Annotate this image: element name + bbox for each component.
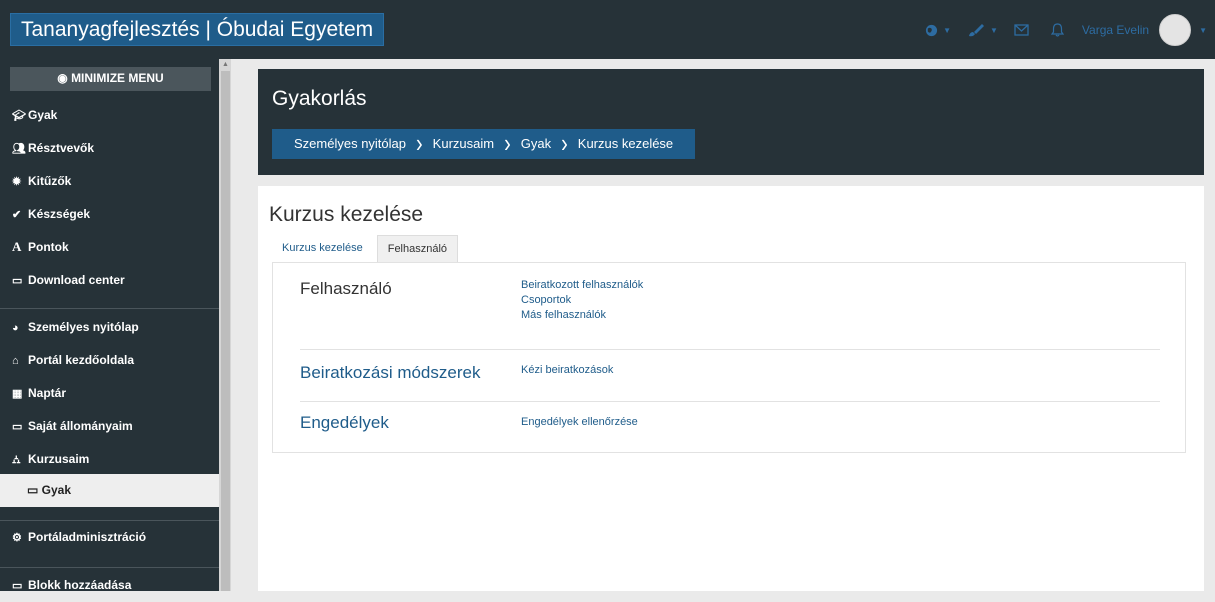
sidebar: ◉ MINIMIZE MENU 🎓︎ Gyak 👥︎ Résztvevők ✹ Kit… <box>0 59 231 592</box>
users-icon: 👥︎ <box>12 143 26 155</box>
sidebar-item-portaladminisztracio[interactable]: ⚙ Portáladminisztráció <box>0 521 219 553</box>
row-divider <box>300 349 1160 350</box>
row-title-beiratkozasi-modszerek[interactable]: Beiratkozási módszerek <box>300 363 480 383</box>
breadcrumb-item[interactable]: Kurzusaim <box>423 129 504 159</box>
minimize-menu-button[interactable]: ◉ MINIMIZE MENU <box>10 67 211 91</box>
sidebar-divider <box>0 567 219 568</box>
sidebar-menu: ◉ MINIMIZE MENU 🎓︎ Gyak 👥︎ Résztvevők ✹ Kit… <box>0 59 219 592</box>
chevron-right-icon: › <box>504 129 511 159</box>
sidebar-item-kurzusaim[interactable]: ⛼ Kurzusaim <box>0 443 219 475</box>
folder-icon: ▭ <box>12 275 23 287</box>
main-content: Gyakorlás Személyes nyitólap › Kurzusaim… <box>231 59 1215 591</box>
scroll-up-icon[interactable]: ▲ <box>221 61 230 69</box>
envelope-icon <box>1014 24 1029 36</box>
calendar-icon: ▦ <box>12 388 23 400</box>
link-beiratkozott-felhasznalok[interactable]: Beiratkozott felhasználók <box>521 278 643 293</box>
tab-felhasznalo[interactable]: Felhasználó <box>376 235 459 262</box>
row-divider <box>300 401 1160 402</box>
link-kezi-beiratkozasok[interactable]: Kézi beiratkozások <box>521 363 613 378</box>
sidebar-item-gyak-course[interactable]: ▭ Gyak <box>0 474 219 507</box>
graduation-cap-icon: 🎓︎ <box>12 110 26 122</box>
sidebar-item-gyak[interactable]: 🎓︎ Gyak <box>0 99 219 131</box>
home-icon: ⌂ <box>12 355 19 367</box>
content-card: Kurzus kezelése Kurzus kezelése Felhaszn… <box>258 186 1204 591</box>
chevron-down-icon[interactable]: ▼ <box>1199 26 1207 35</box>
sidebar-item-blokk-hozzaadasa[interactable]: ▭ Blokk hozzáadása <box>0 569 219 601</box>
row-links-engedelyek: Engedélyek ellenőrzése <box>521 415 638 430</box>
brush-icon <box>969 24 984 37</box>
sidebar-item-label: Készségek <box>28 207 91 221</box>
row-links-beiratkozasi: Kézi beiratkozások <box>521 363 613 378</box>
folder-icon: ▭ <box>27 483 42 497</box>
breadcrumb: Személyes nyitólap › Kurzusaim › Gyak › … <box>272 129 696 159</box>
section-title: Kurzus kezelése <box>269 203 424 226</box>
theme-menu[interactable]: ▼ <box>967 23 998 37</box>
link-csoportok[interactable]: Csoportok <box>521 293 643 308</box>
sidebar-item-label: Saját állományaim <box>28 419 133 433</box>
sidebar-item-label: Download center <box>28 273 125 287</box>
sidebar-item-naptar[interactable]: ▦ Naptár <box>0 377 219 409</box>
sidebar-item-keszsegek[interactable]: ✔ Készségek <box>0 198 219 230</box>
row-title-engedelyek[interactable]: Engedélyek <box>300 413 389 433</box>
sidebar-item-portal-kezdooldala[interactable]: ⌂ Portál kezdőoldala <box>0 344 219 376</box>
sidebar-item-pontok[interactable]: A Pontok <box>0 231 219 263</box>
site-brand[interactable]: Tananyagfejlesztés | Óbudai Egyetem <box>10 13 385 46</box>
sidebar-item-label: Portáladminisztráció <box>28 530 147 544</box>
bell-icon <box>1050 23 1064 37</box>
sidebar-item-label: Kurzusaim <box>28 452 90 466</box>
sidebar-item-sajat-allomanyaim[interactable]: ▭ Saját állományaim <box>0 410 219 442</box>
sidebar-item-label: Kitűzők <box>28 174 72 188</box>
arrow-circle-icon: ◉ <box>57 71 72 85</box>
sidebar-item-download-center[interactable]: ▭ Download center <box>0 264 219 296</box>
sidebar-item-label: Naptár <box>28 386 67 400</box>
sidebar-item-label: Portál kezdőoldala <box>28 353 135 367</box>
tab-kurzus-kezelese[interactable]: Kurzus kezelése <box>272 235 373 262</box>
sidebar-item-resztvevok[interactable]: 👥︎ Résztvevők <box>0 132 219 164</box>
scrollbar-thumb[interactable] <box>221 71 230 591</box>
page-header: Gyakorlás Személyes nyitólap › Kurzusaim… <box>258 69 1204 175</box>
sidebar-item-kituzok[interactable]: ✹ Kitűzők <box>0 165 219 197</box>
link-engedelyek-ellenorzese[interactable]: Engedélyek ellenőrzése <box>521 415 638 430</box>
chevron-right-icon: › <box>416 129 423 159</box>
settings-panel: Felhasználó Beiratkozott felhasználók Cs… <box>272 262 1186 453</box>
sidebar-item-label: Gyak <box>28 108 58 122</box>
sidebar-item-label: Gyak <box>41 483 72 497</box>
badge-icon: ✹ <box>12 176 22 188</box>
messages-button[interactable] <box>1014 24 1029 36</box>
row-title-felhasznalo: Felhasználó <box>300 279 392 298</box>
avatar[interactable] <box>1159 14 1192 46</box>
tab-bar: Kurzus kezelése Felhasználó <box>272 235 459 262</box>
sidebar-item-szemelyes-nyitolap[interactable]: ◕ Személyes nyitólap <box>0 311 219 343</box>
chevron-down-icon: ▼ <box>943 25 951 35</box>
notifications-button[interactable] <box>1050 23 1064 37</box>
sidebar-item-label: Blokk hozzáadása <box>28 578 132 592</box>
folder-icon: ▭ <box>12 421 23 433</box>
grades-icon: A <box>12 239 22 254</box>
check-circle-icon: ✔ <box>12 209 22 221</box>
sidebar-item-label: Résztvevők <box>28 141 95 155</box>
page-title: Gyakorlás <box>272 87 367 110</box>
sitemap-icon: ⛼ <box>12 454 21 466</box>
dashboard-icon: ◕ <box>12 322 19 334</box>
folder-icon: ▭ <box>12 580 23 592</box>
navbar-actions: ▼ ▼ Varga Evelin ▼ <box>909 14 1207 46</box>
sidebar-item-label: Személyes nyitólap <box>28 320 139 334</box>
user-name[interactable]: Varga Evelin <box>1082 23 1149 37</box>
row-links-felhasznalo: Beiratkozott felhasználók Csoportok Más … <box>521 278 643 323</box>
globe-icon <box>926 24 938 36</box>
link-mas-felhasznalok[interactable]: Más felhasználók <box>521 308 643 323</box>
chevron-down-icon: ▼ <box>990 25 998 35</box>
language-menu[interactable]: ▼ <box>925 24 951 37</box>
cogs-icon: ⚙ <box>12 532 22 544</box>
breadcrumb-item[interactable]: Gyak <box>511 129 561 159</box>
chevron-right-icon: › <box>561 129 568 159</box>
sidebar-divider <box>0 308 219 309</box>
breadcrumb-item[interactable]: Kurzus kezelése <box>568 129 683 159</box>
sidebar-item-label: Pontok <box>28 240 69 254</box>
breadcrumb-item[interactable]: Személyes nyitólap <box>272 129 416 159</box>
minimize-menu-label: MINIMIZE MENU <box>71 71 164 85</box>
top-navbar: Tananyagfejlesztés | Óbudai Egyetem ▼ ▼ … <box>0 0 1215 59</box>
